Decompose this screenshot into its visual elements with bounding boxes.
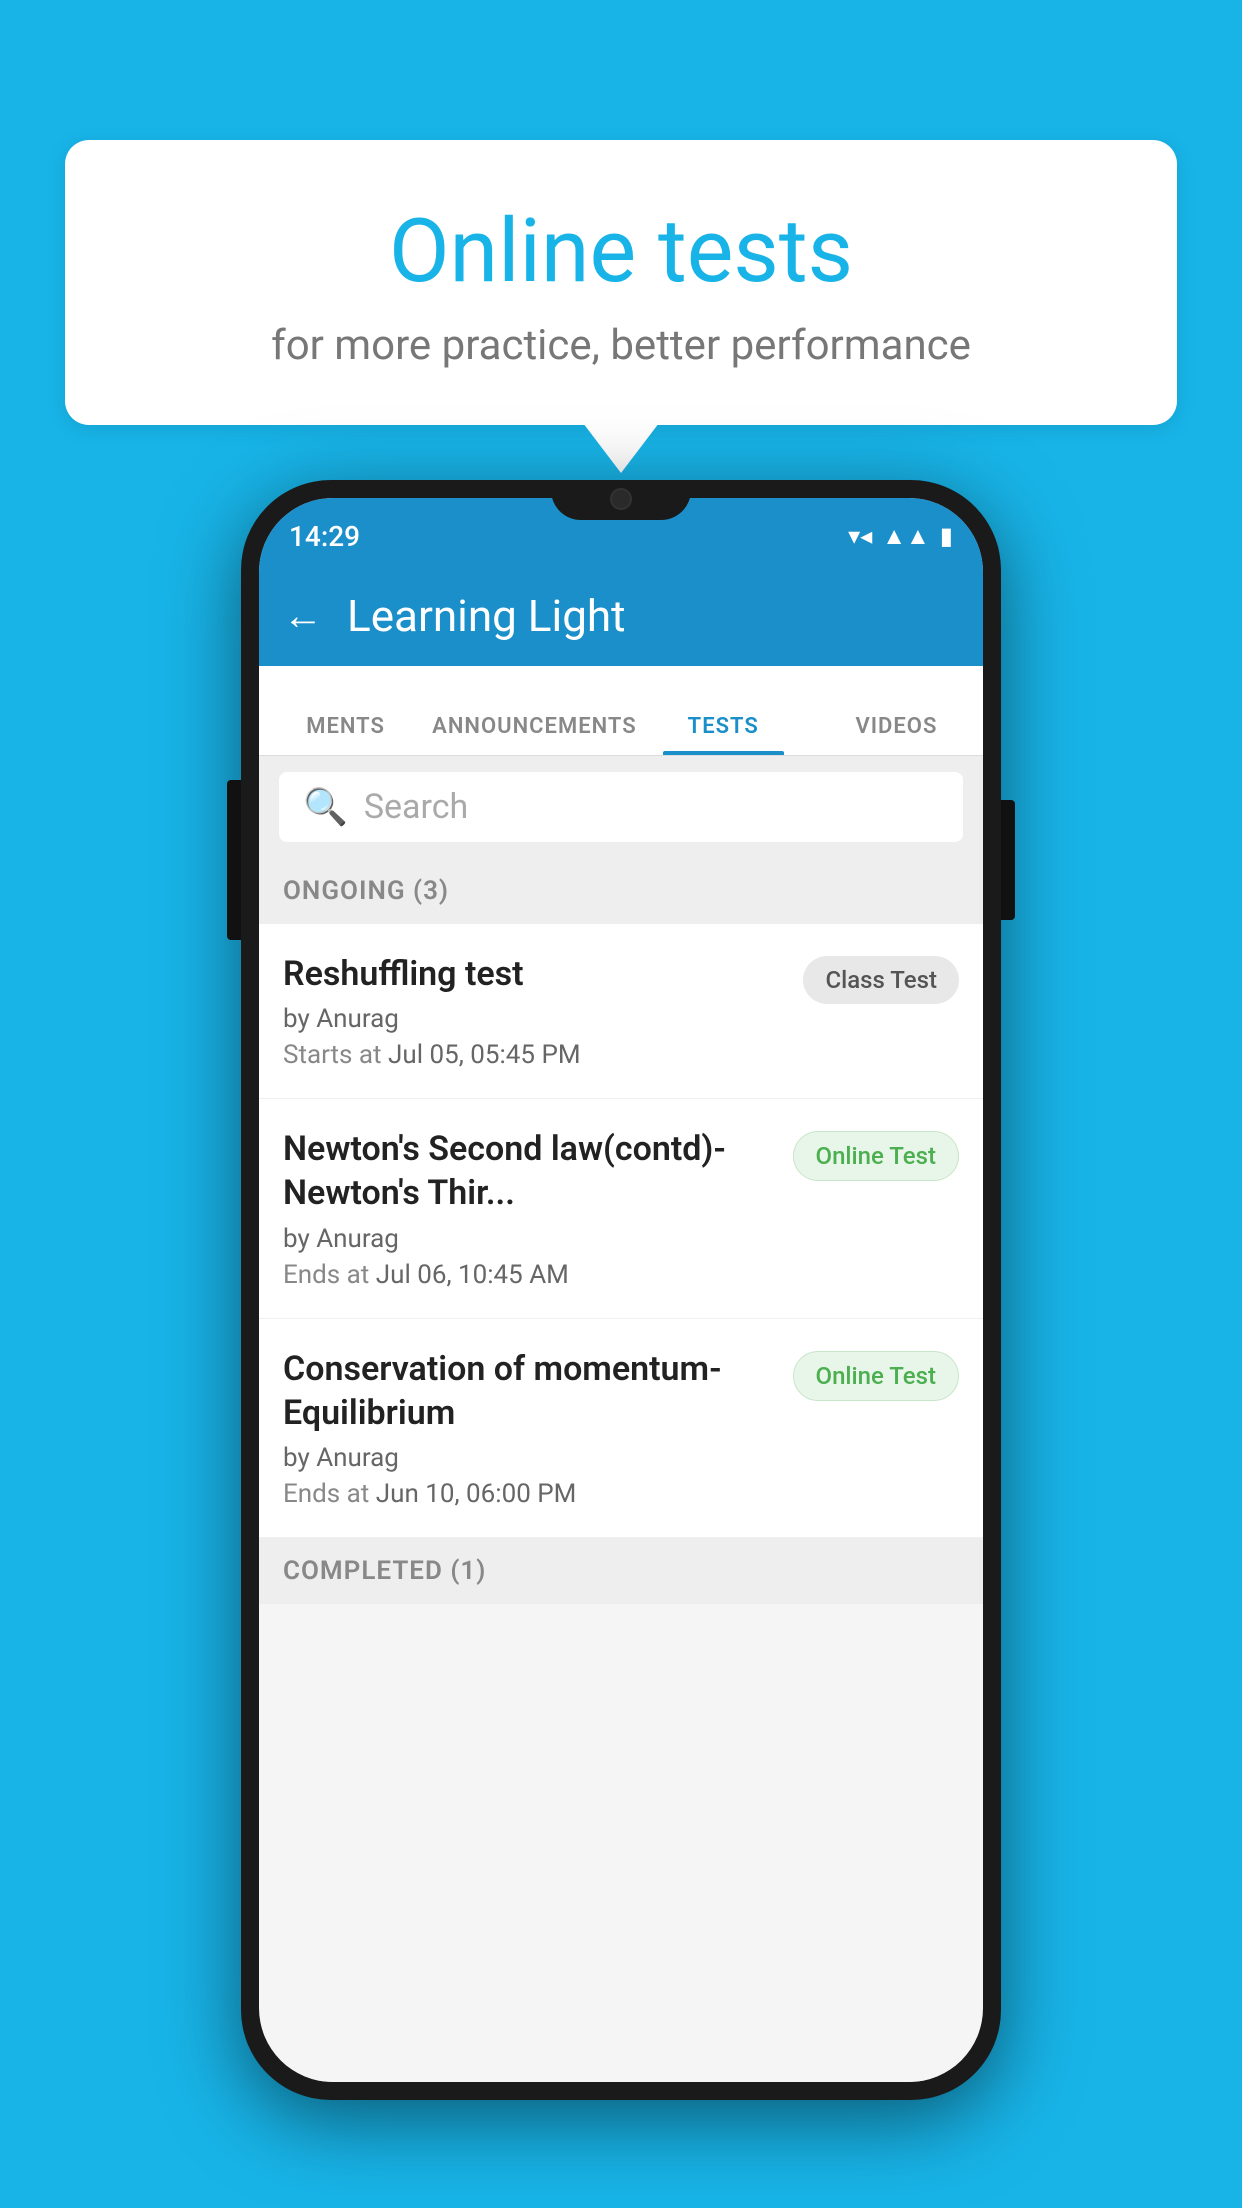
search-bar-container: 🔍 Search	[259, 756, 983, 858]
status-time: 14:29	[289, 520, 360, 553]
status-icons: ▾◂ ▲▲ ▮	[848, 522, 953, 551]
ongoing-section-title: ONGOING (3)	[283, 876, 449, 906]
search-placeholder: Search	[364, 787, 468, 827]
speech-bubble-title: Online tests	[105, 200, 1137, 303]
test-author-3: by Anurag	[283, 1443, 777, 1473]
ongoing-section-header: ONGOING (3)	[259, 858, 983, 924]
test-item-2[interactable]: Newton's Second law(contd)-Newton's Thir…	[259, 1099, 983, 1318]
search-icon: 🔍	[303, 786, 348, 828]
test-name-3: Conservation of momentum-Equilibrium	[283, 1347, 777, 1435]
phone-frame: 14:29 ▾◂ ▲▲ ▮ ← Learning Light MENTS ANN…	[241, 480, 1001, 2100]
tab-ments[interactable]: MENTS	[259, 714, 432, 755]
test-time-1: Starts at Jul 05, 05:45 PM	[283, 1040, 787, 1070]
test-info-2: Newton's Second law(contd)-Newton's Thir…	[283, 1127, 793, 1289]
search-bar[interactable]: 🔍 Search	[279, 772, 963, 842]
speech-bubble-container: Online tests for more practice, better p…	[65, 140, 1177, 425]
phone-screen: 14:29 ▾◂ ▲▲ ▮ ← Learning Light MENTS ANN…	[259, 498, 983, 2082]
completed-section-title: COMPLETED (1)	[283, 1556, 486, 1586]
time-label-3: Ends at	[283, 1479, 369, 1509]
test-list: Reshuffling test by Anurag Starts at Jul…	[259, 924, 983, 1538]
test-item-1[interactable]: Reshuffling test by Anurag Starts at Jul…	[259, 924, 983, 1099]
phone-container: 14:29 ▾◂ ▲▲ ▮ ← Learning Light MENTS ANN…	[241, 480, 1001, 2100]
tab-announcements[interactable]: ANNOUNCEMENTS	[432, 714, 636, 755]
tabs-bar: MENTS ANNOUNCEMENTS TESTS VIDEOS	[259, 666, 983, 756]
test-time-2: Ends at Jul 06, 10:45 AM	[283, 1260, 777, 1290]
test-name-1: Reshuffling test	[283, 952, 787, 996]
badge-online-test-3: Online Test	[793, 1351, 959, 1401]
time-label-1: Starts at	[283, 1040, 382, 1070]
back-arrow-icon[interactable]: ←	[283, 596, 323, 636]
speech-bubble-subtitle: for more practice, better performance	[105, 321, 1137, 370]
tab-tests[interactable]: TESTS	[637, 714, 810, 755]
app-bar: ← Learning Light	[259, 566, 983, 666]
phone-notch	[551, 480, 691, 520]
test-author-2: by Anurag	[283, 1224, 777, 1254]
notch-camera	[610, 488, 632, 510]
wifi-icon: ▾◂	[848, 522, 872, 550]
bottom-fade	[259, 2002, 983, 2082]
badge-class-test-1: Class Test	[803, 956, 959, 1004]
test-name-2: Newton's Second law(contd)-Newton's Thir…	[283, 1127, 777, 1215]
test-info-1: Reshuffling test by Anurag Starts at Jul…	[283, 952, 803, 1070]
tab-videos[interactable]: VIDEOS	[810, 714, 983, 755]
badge-online-test-2: Online Test	[793, 1131, 959, 1181]
battery-icon: ▮	[940, 522, 953, 550]
completed-section-header: COMPLETED (1)	[259, 1538, 983, 1604]
test-item-3[interactable]: Conservation of momentum-Equilibrium by …	[259, 1319, 983, 1538]
test-author-1: by Anurag	[283, 1004, 787, 1034]
speech-bubble: Online tests for more practice, better p…	[65, 140, 1177, 425]
signal-icon: ▲▲	[882, 522, 930, 551]
time-label-2: Ends at	[283, 1260, 369, 1290]
test-time-3: Ends at Jun 10, 06:00 PM	[283, 1479, 777, 1509]
test-info-3: Conservation of momentum-Equilibrium by …	[283, 1347, 793, 1509]
app-bar-title: Learning Light	[347, 590, 626, 642]
